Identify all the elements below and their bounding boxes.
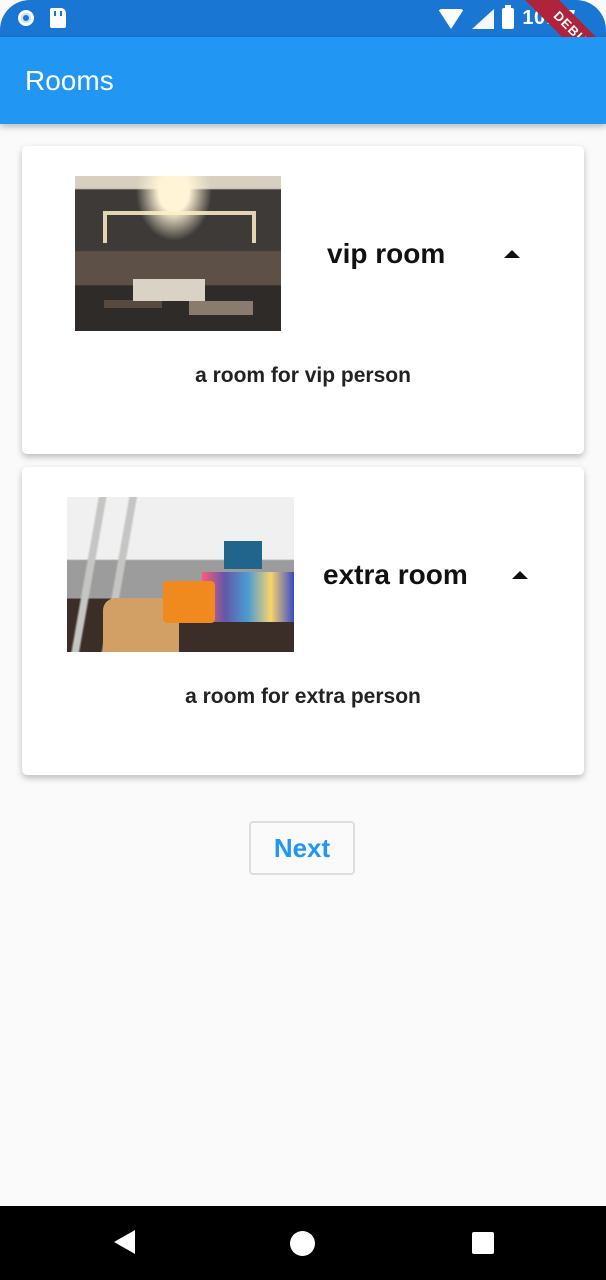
room-description-extra: a room for extra person bbox=[185, 685, 421, 708]
room-name-extra: extra room bbox=[323, 559, 468, 590]
page-title: Rooms bbox=[25, 65, 114, 96]
back-icon[interactable] bbox=[114, 1230, 135, 1254]
battery-icon bbox=[502, 5, 515, 29]
android-nav-bar bbox=[0, 1206, 606, 1280]
room-card-vip[interactable]: vip room a room for vip person bbox=[22, 146, 584, 454]
room-name-vip: vip room bbox=[327, 238, 446, 269]
next-button[interactable]: Next bbox=[249, 821, 355, 875]
arrow-up-icon[interactable] bbox=[504, 250, 520, 258]
status-bar: 10:37 DEBUG bbox=[0, 0, 606, 90]
vip-room-image bbox=[75, 176, 281, 331]
status-notifications bbox=[18, 8, 66, 28]
app-bar: Rooms bbox=[0, 37, 606, 124]
room-description-vip: a room for vip person bbox=[195, 364, 411, 387]
room-card-extra[interactable]: extra room a room for extra person bbox=[22, 467, 584, 775]
signal-icon bbox=[472, 8, 495, 29]
sd-card-icon bbox=[50, 8, 66, 28]
arrow-up-icon[interactable] bbox=[512, 571, 528, 579]
recent-apps-icon[interactable] bbox=[472, 1232, 494, 1254]
wifi-icon bbox=[438, 8, 465, 29]
extra-room-image bbox=[67, 497, 294, 652]
circle-status-icon bbox=[18, 10, 34, 26]
home-icon[interactable] bbox=[290, 1231, 315, 1256]
